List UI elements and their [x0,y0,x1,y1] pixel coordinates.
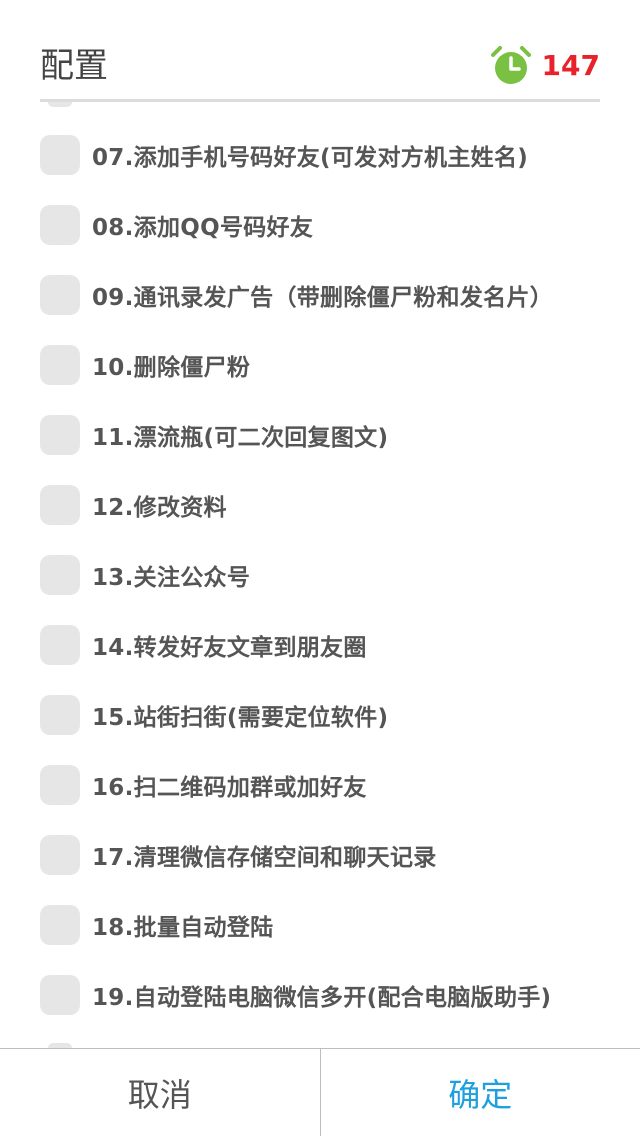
item-label: 15.站街扫街(需要定位软件) [92,705,389,731]
item-label: 19.自动登陆电脑微信多开(配合电脑版助手) [92,985,552,1011]
list-item[interactable]: 08.添加QQ号码好友 [40,190,620,260]
partial-checkbox-top [48,102,72,107]
page-title: 配置 [40,46,108,86]
list-item[interactable]: 19.自动登陆电脑微信多开(配合电脑版助手) [40,960,620,1030]
checkbox[interactable] [40,625,80,665]
item-label: 18.批量自动登陆 [92,915,274,941]
dialog-header: 配置 147 [40,30,600,100]
config-dialog: 配置 147 07.添加手机号码好友(可发对方机主姓名) 08.添加QQ号码好友… [0,0,640,1136]
item-label: 16.扫二维码加群或加好友 [92,775,367,801]
list-item[interactable]: 13.关注公众号 [40,540,620,610]
list-item[interactable]: 12.修改资料 [40,470,620,540]
list-item[interactable]: 14.转发好友文章到朋友圈 [40,610,620,680]
checkbox[interactable] [40,205,80,245]
timer: 147 [490,44,600,88]
checkbox[interactable] [40,345,80,385]
item-label: 11.漂流瓶(可二次回复图文) [92,425,389,451]
list-item[interactable]: 11.漂流瓶(可二次回复图文) [40,400,620,470]
checkbox[interactable] [40,275,80,315]
checkbox[interactable] [40,555,80,595]
item-label: 09.通讯录发广告（带删除僵尸粉和发名片） [92,285,554,311]
checkbox[interactable] [40,695,80,735]
item-label: 07.添加手机号码好友(可发对方机主姓名) [92,145,529,171]
checkbox[interactable] [40,765,80,805]
cancel-button[interactable]: 取消 [0,1049,321,1136]
checkbox[interactable] [40,975,80,1015]
checkbox[interactable] [40,415,80,455]
item-label: 17.清理微信存储空间和聊天记录 [92,845,437,871]
list-item[interactable]: 18.批量自动登陆 [40,890,620,960]
list-item[interactable]: 15.站街扫街(需要定位软件) [40,680,620,750]
list-item[interactable]: 07.添加手机号码好友(可发对方机主姓名) [40,120,620,190]
list-item[interactable]: 16.扫二维码加群或加好友 [40,750,620,820]
item-label: 12.修改资料 [92,495,227,521]
list-item[interactable]: 17.清理微信存储空间和聊天记录 [40,820,620,890]
checkbox[interactable] [40,135,80,175]
item-label: 14.转发好友文章到朋友圈 [92,635,367,661]
checkbox[interactable] [40,905,80,945]
list-item[interactable]: 09.通讯录发广告（带删除僵尸粉和发名片） [40,260,620,330]
dialog-footer: 取消 确定 [0,1048,640,1136]
confirm-button[interactable]: 确定 [321,1049,640,1136]
alarm-clock-icon [490,46,531,84]
item-label: 08.添加QQ号码好友 [92,215,314,241]
checkbox[interactable] [40,485,80,525]
list-item[interactable]: 10.删除僵尸粉 [40,330,620,400]
item-label: 10.删除僵尸粉 [92,355,251,381]
checkbox[interactable] [40,835,80,875]
item-label: 13.关注公众号 [92,565,251,591]
timer-count: 147 [541,49,600,82]
header-divider [40,99,600,102]
